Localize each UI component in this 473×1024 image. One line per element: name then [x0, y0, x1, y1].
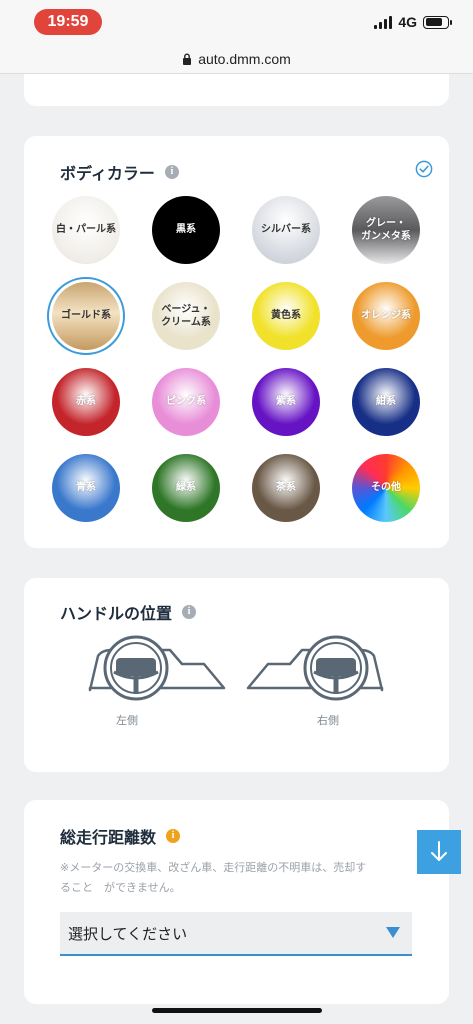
color-option-swatch[interactable]: オレンジ系: [352, 282, 420, 350]
battery-level: [425, 18, 443, 26]
mileage-note-line: ること ができません。: [60, 881, 181, 894]
left-handle-option[interactable]: [86, 630, 226, 710]
color-option-label: グレー・ ガンメタ系: [361, 217, 411, 243]
signal-icon: [374, 15, 393, 29]
info-icon[interactable]: i: [182, 605, 197, 619]
color-option-swatch[interactable]: 白・パール系: [52, 196, 120, 264]
color-option-swatch[interactable]: 茶系: [252, 454, 320, 522]
steering-left-icon: [88, 635, 226, 701]
status-time: 19:59: [34, 9, 102, 35]
color-option-label: 赤系: [76, 396, 96, 408]
color-option-swatch[interactable]: 黒系: [152, 196, 220, 264]
color-option-label: 茶系: [276, 482, 296, 494]
arrow-down-icon: [431, 841, 447, 861]
color-option-label: ゴールド系: [61, 310, 111, 322]
lock-icon: [183, 53, 192, 65]
mileage-select[interactable]: 選択してください: [60, 912, 412, 956]
color-option-swatch[interactable]: 緑系: [152, 454, 220, 522]
color-option-label: 紺系: [376, 396, 396, 408]
color-option-swatch[interactable]: ピンク系: [152, 368, 220, 436]
right-handle-label: 右側: [317, 714, 339, 727]
color-option-swatch[interactable]: その他: [352, 454, 420, 522]
color-option-label: 白・パール系: [56, 224, 116, 236]
mileage-title: 総走行距離数: [60, 828, 157, 847]
color-option-label: その他: [371, 482, 401, 494]
url-text: auto.dmm.com: [198, 50, 291, 67]
mileage-header: 総走行距離数 i: [60, 824, 181, 848]
body-color-section: ボディカラー i 白・パール系 黒系 シルバー系 グレー・ ガンメタ系ゴールド系 ベージ…: [24, 136, 449, 548]
color-option-label: 黄色系: [271, 310, 301, 322]
color-option-swatch[interactable]: 紺系: [352, 368, 420, 436]
right-handle-option[interactable]: [246, 630, 386, 710]
handle-title: ハンドルの位置: [60, 604, 173, 623]
color-option-label: シルバー系: [261, 224, 311, 236]
mileage-select-value: 選択してください: [68, 924, 188, 943]
info-icon[interactable]: i: [164, 165, 179, 179]
body-color-header: ボディカラー i: [60, 160, 179, 184]
color-option-swatch[interactable]: 紫系: [252, 368, 320, 436]
color-option-label: 黒系: [176, 224, 196, 236]
color-option-swatch[interactable]: ベージュ・ クリーム系: [152, 282, 220, 350]
left-handle-label: 左側: [116, 714, 138, 727]
color-option-label: 緑系: [176, 482, 196, 494]
color-option-swatch[interactable]: 黄色系: [252, 282, 320, 350]
color-option-swatch[interactable]: シルバー系: [252, 196, 320, 264]
color-option-swatch[interactable]: 青系: [52, 454, 120, 522]
handle-position-section: ハンドルの位置 i 左側 右側: [24, 578, 449, 772]
mileage-section: 総走行距離数 i ※メーターの交換車、改ざん車、走行距離の不明車は、売却す るこ…: [24, 800, 449, 1004]
check-circle-icon: [415, 160, 433, 178]
color-option-swatch[interactable]: グレー・ ガンメタ系: [352, 196, 420, 264]
status-bar: 19:59 4G: [0, 0, 473, 44]
battery-icon: [423, 15, 452, 29]
handle-header: ハンドルの位置 i: [60, 600, 197, 624]
color-option-swatch[interactable]: ゴールド系: [47, 277, 125, 355]
info-icon[interactable]: i: [166, 829, 181, 843]
steering-right-icon: [246, 635, 384, 701]
scroll-down-button[interactable]: [417, 830, 461, 874]
home-indicator[interactable]: [152, 1008, 322, 1013]
color-option-label: 紫系: [276, 396, 296, 408]
mileage-note: ※メーターの交換車、改ざん車、走行距離の不明車は、売却す ること ができません。: [60, 858, 420, 898]
color-option-swatch[interactable]: 赤系: [52, 368, 120, 436]
color-option-label: オレンジ系: [361, 310, 411, 322]
color-option-label: ピンク系: [166, 396, 206, 408]
network-type: 4G: [398, 14, 417, 30]
status-indicators: 4G: [374, 14, 452, 30]
color-option-label: ベージュ・ クリーム系: [161, 303, 211, 329]
previous-section-card: [24, 74, 449, 106]
color-option-label: 青系: [76, 482, 96, 494]
dropdown-arrow-icon: [386, 927, 400, 938]
mileage-note-line: ※メーターの交換車、改ざん車、走行距離の不明車は、売却す: [60, 861, 367, 874]
body-color-title: ボディカラー: [60, 164, 155, 183]
address-bar[interactable]: auto.dmm.com: [0, 44, 473, 74]
